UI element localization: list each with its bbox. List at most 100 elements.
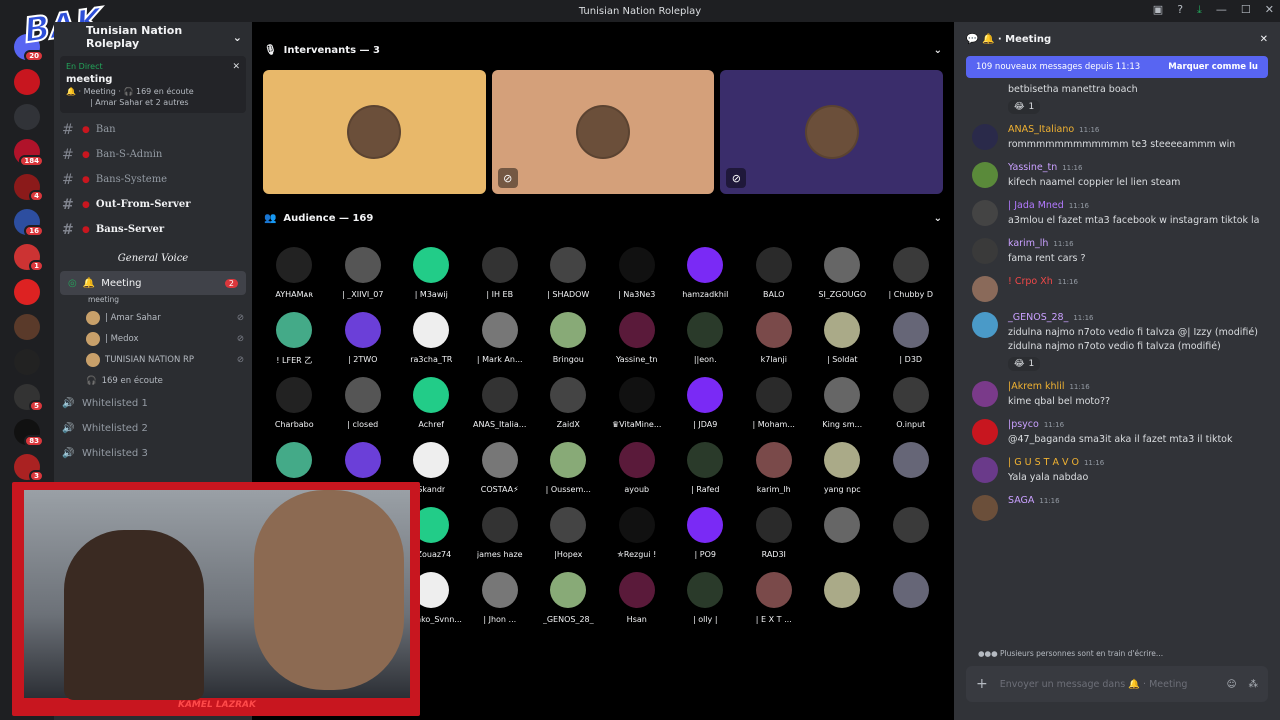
audience-member[interactable]: | _XIIVI_07 bbox=[329, 238, 398, 303]
message-author[interactable]: ! Crpo Xh bbox=[1008, 276, 1053, 287]
audience-member[interactable]: O.input bbox=[877, 368, 946, 433]
audience-member[interactable]: ra3cha_TR bbox=[397, 303, 466, 368]
guild-header[interactable]: Tunisian Nation Roleplay ⌄ bbox=[54, 22, 252, 52]
chat-message[interactable]: | G U S T A V O 11:16 Yala yala nabdao bbox=[954, 452, 1280, 490]
audience-member[interactable]: | Mark An... bbox=[466, 303, 535, 368]
audience-member[interactable]: k7lanji bbox=[740, 303, 809, 368]
audience-member[interactable]: Yassine_tn bbox=[603, 303, 672, 368]
audience-member[interactable]: karim_lh bbox=[740, 433, 809, 498]
audience-member[interactable]: | closed bbox=[329, 368, 398, 433]
server-icon[interactable]: 184 bbox=[14, 139, 44, 167]
audience-member[interactable]: | 2TWO bbox=[329, 303, 398, 368]
voice-member[interactable]: | Medox ⊘ bbox=[54, 328, 252, 349]
audience-member[interactable]: RAD3I bbox=[740, 498, 809, 563]
audience-member[interactable] bbox=[808, 498, 877, 563]
message-author[interactable]: SAGA bbox=[1008, 495, 1034, 506]
audience-member[interactable]: | Soldat bbox=[808, 303, 877, 368]
audience-member[interactable]: Bringou bbox=[534, 303, 603, 368]
chat-message[interactable]: Yassine_tn 11:16 kifech naamel coppier lel… bbox=[954, 157, 1280, 195]
server-icon[interactable] bbox=[14, 104, 40, 130]
close-window-button[interactable]: ✕ bbox=[1265, 3, 1274, 17]
audience-member[interactable] bbox=[877, 433, 946, 498]
channel-item[interactable]: # ● Out-From-Server bbox=[54, 192, 252, 217]
mark-read-button[interactable]: Marquer comme lu bbox=[1168, 62, 1258, 72]
audience-member[interactable]: SI_ZGOUGO bbox=[808, 238, 877, 303]
audience-member[interactable]: ✯Rezgui ! bbox=[603, 498, 672, 563]
channel-item[interactable]: # ● Bans-Systeme bbox=[54, 167, 252, 192]
speakers-section-header[interactable]: 🎙 Intervenants — 3 ⌄ bbox=[252, 30, 954, 70]
inbox-icon[interactable]: ▣ bbox=[1153, 3, 1163, 17]
audience-member[interactable]: ♛VitaMine... bbox=[603, 368, 672, 433]
server-icon[interactable] bbox=[14, 279, 40, 305]
chat-message[interactable]: | Jada Mned 11:16 a3mlou el fazet mta3 fac… bbox=[954, 195, 1280, 233]
channel-meeting[interactable]: ◎ 🔔 Meeting 2 bbox=[60, 271, 246, 295]
audience-member[interactable] bbox=[877, 498, 946, 563]
server-icon[interactable]: 1 bbox=[14, 244, 44, 272]
chevron-down-icon[interactable]: ⌄ bbox=[934, 45, 942, 56]
audience-member[interactable]: | Na3Ne3 bbox=[603, 238, 672, 303]
audience-member[interactable]: _GENOS_28_ bbox=[534, 563, 603, 628]
audience-member[interactable]: james haze bbox=[466, 498, 535, 563]
audience-member[interactable]: BALO bbox=[740, 238, 809, 303]
audience-member[interactable]: | IH EB bbox=[466, 238, 535, 303]
audience-member[interactable]: Achref bbox=[397, 368, 466, 433]
audience-member[interactable]: | olly | bbox=[671, 563, 740, 628]
channel-item[interactable]: # ● Ban-S-Admin bbox=[54, 142, 252, 167]
audience-member[interactable] bbox=[877, 563, 946, 628]
server-icon[interactable]: 5 bbox=[14, 384, 44, 412]
server-icon[interactable] bbox=[14, 69, 40, 95]
emoji-icon[interactable]: ☺ bbox=[1227, 679, 1237, 690]
reaction[interactable]: 😂 1 bbox=[1008, 357, 1041, 371]
message-author[interactable]: | G U S T A V O bbox=[1008, 457, 1079, 468]
voice-member[interactable]: | Amar Sahar ⊘ bbox=[54, 307, 252, 328]
audience-member[interactable]: ayoub bbox=[603, 433, 672, 498]
chat-message[interactable]: SAGA 11:16 bbox=[954, 490, 1280, 526]
channel-item[interactable]: # ● Bans-Server bbox=[54, 217, 252, 242]
chat-message[interactable]: ! Crpo Xh 11:16 bbox=[954, 271, 1280, 307]
chevron-down-icon[interactable]: ⌄ bbox=[934, 213, 942, 224]
message-author[interactable]: Yassine_tn bbox=[1008, 162, 1057, 173]
audience-member[interactable]: | Jhon ... bbox=[466, 563, 535, 628]
maximize-button[interactable]: ☐ bbox=[1241, 3, 1251, 17]
server-icon[interactable]: 3 bbox=[14, 454, 44, 482]
audience-member[interactable]: yang npc bbox=[808, 433, 877, 498]
server-icon[interactable] bbox=[14, 349, 40, 375]
voice-channel[interactable]: 🔊 Whitelisted 2 bbox=[54, 416, 252, 441]
audience-member[interactable]: Charbabo bbox=[260, 368, 329, 433]
apps-icon[interactable]: ⁂ bbox=[1249, 679, 1259, 690]
audience-member[interactable]: hamzadkhil bbox=[671, 238, 740, 303]
audience-member[interactable]: | SHADOW bbox=[534, 238, 603, 303]
chat-message[interactable]: _GENOS_28_ 11:16 zidulna najmo n7oto vedio… bbox=[954, 307, 1280, 376]
audience-member[interactable]: | Rafed bbox=[671, 433, 740, 498]
audience-member[interactable]: | PO9 bbox=[671, 498, 740, 563]
add-attachment-icon[interactable]: + bbox=[976, 676, 988, 692]
message-author[interactable]: |Akrem khlil bbox=[1008, 381, 1064, 392]
message-author[interactable]: karim_lh bbox=[1008, 238, 1048, 249]
server-icon[interactable]: 16 bbox=[14, 209, 44, 237]
audience-section-header[interactable]: 👥 Audience — 169 ⌄ bbox=[252, 198, 954, 238]
audience-member[interactable]: ! LFER 乙 bbox=[260, 303, 329, 368]
audience-member[interactable] bbox=[808, 563, 877, 628]
speaker-tile[interactable]: ⊘ bbox=[491, 70, 715, 194]
server-icon[interactable]: 83 bbox=[14, 419, 44, 447]
chat-message[interactable]: betbisetha manettra boach 😂 1 bbox=[954, 78, 1280, 119]
chat-message[interactable]: |psyco 11:16 @47_baganda sma3it aka il faz… bbox=[954, 414, 1280, 452]
live-panel[interactable]: En Direct ✕ meeting 🔔 · Meeting · 🎧 169 … bbox=[60, 56, 246, 113]
close-icon[interactable]: ✕ bbox=[232, 62, 240, 72]
chat-message[interactable]: |Akrem khlil 11:16 kime qbal bel moto?? bbox=[954, 376, 1280, 414]
audience-member[interactable]: AYHAMᴀʀ bbox=[260, 238, 329, 303]
message-composer[interactable]: + Envoyer un message dans 🔔 · Meeting ☺ … bbox=[966, 666, 1268, 702]
minimize-button[interactable]: — bbox=[1216, 3, 1227, 17]
message-author[interactable]: |psyco bbox=[1008, 419, 1039, 430]
audience-member[interactable]: Hsan bbox=[603, 563, 672, 628]
message-author[interactable]: ANAS_Italiano bbox=[1008, 124, 1074, 135]
close-icon[interactable]: ✕ bbox=[1260, 34, 1268, 45]
audience-member[interactable]: | E X T ... bbox=[740, 563, 809, 628]
message-author[interactable]: _GENOS_28_ bbox=[1008, 312, 1068, 323]
audience-member[interactable]: | M3awij bbox=[397, 238, 466, 303]
help-icon[interactable]: ? bbox=[1177, 3, 1183, 17]
category-general-voice[interactable]: General Voice bbox=[54, 246, 252, 271]
download-icon[interactable]: ⤓ bbox=[1197, 3, 1202, 17]
audience-member[interactable]: ANAS_Italia... bbox=[466, 368, 535, 433]
message-author[interactable]: | Jada Mned bbox=[1008, 200, 1064, 211]
